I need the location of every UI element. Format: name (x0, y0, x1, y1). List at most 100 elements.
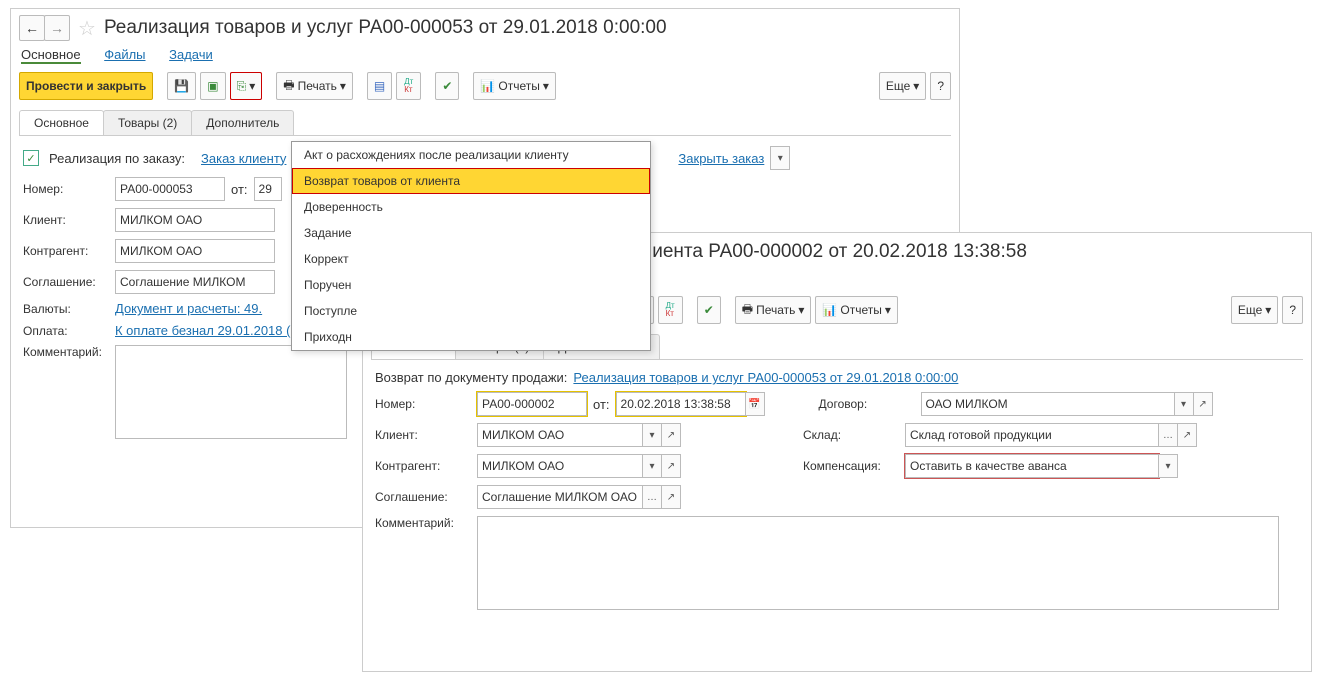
counterparty-label: Контрагент: (23, 244, 109, 258)
subnav-main[interactable]: Основное (21, 47, 81, 64)
subnav: Основное Файлы Задачи (11, 43, 959, 66)
forward-button[interactable]: → (44, 15, 70, 41)
print-button[interactable]: 🖶 Печать ▾ (276, 72, 353, 100)
open-button[interactable]: ↗ (662, 423, 681, 447)
return-by-label: Возврат по документу продажи: (375, 370, 567, 385)
comment-label: Комментарий: (375, 516, 471, 530)
check-button[interactable]: ✔ (435, 72, 459, 100)
currencies-link[interactable]: Документ и расчеты: 49. (115, 301, 262, 316)
counterparty-input[interactable]: МИЛКОМ ОАО (115, 239, 275, 263)
contract-input[interactable]: ОАО МИЛКОМ (921, 392, 1175, 416)
date-input[interactable]: 29 (254, 177, 282, 201)
open-button[interactable]: ↗ (662, 485, 681, 509)
agreement-input[interactable]: Соглашение МИЛКОМ ОАО (477, 485, 643, 509)
comment-textarea[interactable] (477, 516, 1279, 610)
number-label: Номер: (23, 182, 109, 196)
create-based-on-menu: Акт о расхождениях после реализации клие… (291, 141, 651, 351)
open-button[interactable]: ↗ (662, 454, 681, 478)
save-button[interactable]: 💾 (167, 72, 196, 100)
from-label: от: (231, 182, 248, 197)
menu-item-return[interactable]: Возврат товаров от клиента (292, 168, 650, 194)
reports-button[interactable]: 📊 Отчеты ▾ (815, 296, 897, 324)
back-button[interactable]: ← (19, 15, 45, 41)
realization-label: Реализация по заказу: (49, 151, 185, 166)
more-button[interactable]: Еще ▾ (1231, 296, 1278, 324)
client-label: Клиент: (375, 428, 471, 442)
dtkt-button[interactable]: ДтКт (396, 72, 421, 100)
open-button[interactable]: ↗ (1194, 392, 1213, 416)
more-button[interactable]: … (1159, 423, 1178, 447)
menu-item-prihod[interactable]: Приходн (292, 324, 650, 350)
list-button[interactable]: ▤ (367, 72, 392, 100)
list-icon: ▤ (374, 79, 385, 93)
subnav-files[interactable]: Файлы (104, 47, 145, 62)
contract-label: Договор: (819, 397, 915, 411)
favorite-icon[interactable]: ☆ (78, 16, 96, 41)
close-order-link[interactable]: Закрыть заказ (678, 151, 764, 166)
toolbar: Провести и закрыть 💾 ▣ ⎘ ▾ 🖶 Печать ▾ ▤ … (11, 66, 959, 106)
form: Возврат по документу продажи: Реализация… (363, 360, 1311, 627)
post-icon: ▣ (207, 79, 218, 93)
agreement-label: Соглашение: (23, 275, 109, 289)
help-button[interactable]: ? (1282, 296, 1303, 324)
reports-button[interactable]: 📊 Отчеты ▾ (473, 72, 555, 100)
tab-extra[interactable]: Дополнитель (191, 110, 294, 135)
menu-item-dover[interactable]: Доверенность (292, 194, 650, 220)
header: ← → ☆ Реализация товаров и услуг РА00-00… (11, 9, 959, 43)
print-button[interactable]: 🖶 Печать ▾ (735, 296, 812, 324)
agreement-label: Соглашение: (375, 490, 471, 504)
menu-item-poruchen[interactable]: Поручен (292, 272, 650, 298)
check-icon: ✔ (442, 79, 452, 93)
help-button[interactable]: ? (930, 72, 951, 100)
menu-item-korrekt[interactable]: Коррект (292, 246, 650, 272)
date-input[interactable]: 20.02.2018 13:38:58 (616, 392, 746, 416)
warehouse-label: Склад: (803, 428, 899, 442)
check-button[interactable]: ✔ (697, 296, 721, 324)
menu-item-zadan[interactable]: Задание (292, 220, 650, 246)
dtkt-icon: ДтКт (665, 301, 676, 319)
tab-goods[interactable]: Товары (2) (103, 110, 192, 135)
create-based-on-button[interactable]: ⎘ ▾ (230, 72, 263, 100)
menu-item-akt[interactable]: Акт о расхождениях после реализации клие… (292, 142, 650, 168)
dtkt-button[interactable]: ДтКт (658, 296, 683, 324)
comment-label: Комментарий: (23, 345, 109, 359)
comment-textarea[interactable] (115, 345, 347, 439)
payment-label: Оплата: (23, 324, 109, 338)
client-input[interactable]: МИЛКОМ ОАО (477, 423, 643, 447)
counterparty-label: Контрагент: (375, 459, 471, 473)
warehouse-input[interactable]: Склад готовой продукции (905, 423, 1159, 447)
close-order-btn[interactable]: ▾ (770, 146, 790, 170)
order-link[interactable]: Заказ клиенту (201, 151, 286, 166)
currencies-label: Валюты: (23, 302, 109, 316)
check-icon: ✔ (704, 303, 714, 317)
client-input[interactable]: МИЛКОМ ОАО (115, 208, 275, 232)
client-label: Клиент: (23, 213, 109, 227)
post-close-button[interactable]: Провести и закрыть (19, 72, 153, 100)
more-button[interactable]: Еще ▾ (879, 72, 926, 100)
chart-icon: 📊 (822, 303, 837, 317)
return-by-link[interactable]: Реализация товаров и услуг РА00-000053 о… (573, 370, 958, 385)
compensation-label: Компенсация: (803, 459, 899, 473)
open-button[interactable]: ↗ (1178, 423, 1197, 447)
tabs: Основное Товары (2) Дополнитель (19, 110, 951, 136)
number-input[interactable]: РА00-000053 (115, 177, 225, 201)
number-input[interactable]: РА00-000002 (477, 392, 587, 416)
realization-checkbox[interactable]: ✓ (23, 150, 39, 166)
chart-icon: 📊 (480, 79, 495, 93)
subnav-tasks[interactable]: Задачи (169, 47, 213, 62)
menu-item-postupl[interactable]: Поступле (292, 298, 650, 324)
compensation-select[interactable]: Оставить в качестве аванса (905, 454, 1159, 478)
tab-main[interactable]: Основное (19, 110, 104, 135)
counterparty-input[interactable]: МИЛКОМ ОАО (477, 454, 643, 478)
dropdown-button[interactable]: ▾ (1175, 392, 1194, 416)
doc-copy-icon: ⎘ (237, 79, 247, 94)
dropdown-button[interactable]: ▾ (643, 454, 662, 478)
agreement-input[interactable]: Соглашение МИЛКОМ (115, 270, 275, 294)
dropdown-button[interactable]: ▾ (1159, 454, 1178, 478)
more-button[interactable]: … (643, 485, 662, 509)
printer-icon: 🖶 (283, 76, 294, 97)
dropdown-button[interactable]: ▾ (643, 423, 662, 447)
post-button[interactable]: ▣ (200, 72, 225, 100)
calendar-button[interactable]: 📅 (746, 392, 765, 416)
window-title: Реализация товаров и услуг РА00-000053 о… (104, 17, 667, 39)
